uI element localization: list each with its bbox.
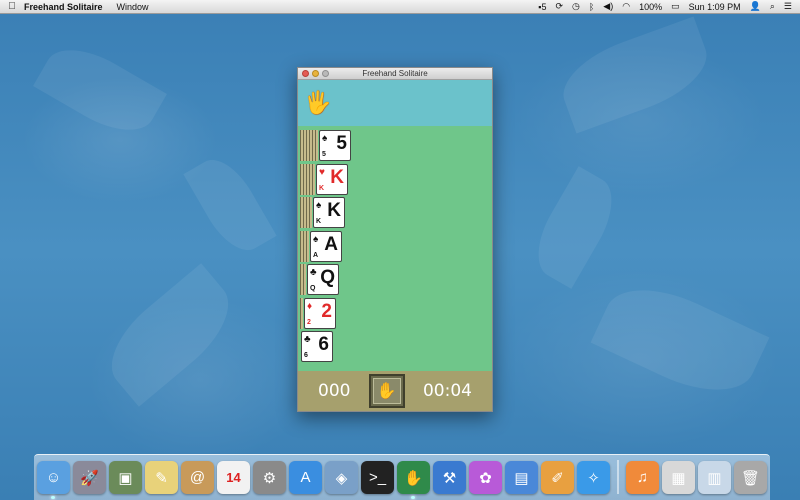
card-suit: ♣ (310, 267, 317, 278)
volume-icon[interactable]: ◀) (603, 1, 613, 12)
face-down-card (306, 230, 309, 262)
card-rank: Q (320, 267, 335, 288)
wifi-icon[interactable]: ◠ (622, 1, 630, 12)
hand-icon[interactable]: ✋ (397, 461, 430, 499)
card-suit: ♦ (307, 300, 313, 312)
card-rank: K (327, 200, 341, 221)
menu-bar:  Freehand Solitaire Window ▪5 ⟳ ◷ ᛒ ◀) … (0, 0, 800, 14)
card-rank-small: 5 (322, 151, 326, 158)
spotlight-icon[interactable]: ⌕ (770, 1, 775, 12)
timer: 00:04 (422, 381, 472, 401)
wallpaper-leaf (183, 149, 277, 261)
playing-card[interactable]: ♦ 2 2 (304, 297, 336, 329)
card-rank: A (324, 233, 338, 255)
flower-icon[interactable]: ✿ (469, 461, 502, 494)
terminal-icon[interactable]: >_ (361, 461, 394, 494)
playing-card[interactable]: ♠ K K (313, 197, 345, 228)
apple-icon[interactable]:  (0, 1, 24, 12)
card-rank-small: Q (310, 285, 316, 292)
card-rank: 6 (318, 334, 329, 355)
finder-icon[interactable]: ☺ (37, 461, 70, 499)
close-button[interactable] (302, 70, 309, 77)
download-stack-icon[interactable]: ▦ (662, 461, 695, 494)
app-store-icon[interactable]: A (289, 461, 322, 494)
card-rank-small: 6 (304, 352, 308, 359)
app-menu[interactable]: Freehand Solitaire (24, 2, 103, 12)
hand-area[interactable]: 🖐 (298, 80, 492, 126)
face-down-card (312, 163, 315, 195)
face-down-card (309, 197, 312, 228)
photo-icon[interactable]: ▣ (109, 461, 142, 494)
card-suit: ♠ (313, 233, 319, 245)
playing-card[interactable]: ♠ 5 5 (319, 130, 351, 161)
face-down-card (303, 264, 306, 295)
wallpaper-leaf (523, 166, 627, 289)
rocket-icon[interactable]: 🚀 (73, 461, 106, 494)
bluetooth-icon[interactable]: ᛒ (589, 2, 594, 12)
playing-card[interactable]: ♣ Q Q (307, 264, 339, 295)
music-icon[interactable]: ♫ (626, 461, 659, 494)
card-suit: ♠ (316, 200, 322, 211)
card-rank: 5 (336, 133, 347, 154)
user-icon[interactable]: 👤 (750, 1, 761, 12)
card-suit: ♣ (304, 334, 311, 345)
card-rank-small: 2 (307, 318, 311, 326)
card-rank: 2 (321, 300, 332, 322)
status-area: ▪5 ⟳ ◷ ᛒ ◀) ◠ 100% ▭ Sun 1:09 PM 👤 ⌕ ☰ (538, 1, 800, 12)
status-badge-number: 5 (541, 1, 547, 12)
solitaire-window: Freehand Solitaire 🖐 ♠ 5 5 ♥ K K ♠ K K ♠ A A ♣ Q Q ♦ 2 2 ♣… (297, 67, 493, 412)
xcode-icon[interactable]: ⚒ (433, 461, 466, 494)
card-rank-small: K (319, 184, 325, 192)
window-title: Freehand Solitaire (362, 69, 428, 78)
gear-icon[interactable]: ⚙ (253, 461, 286, 494)
battery-percent[interactable]: 100% (639, 2, 662, 12)
sync-icon[interactable]: ⟳ (555, 1, 563, 12)
card-suit: ♥ (319, 166, 325, 178)
zoom-button[interactable] (322, 70, 329, 77)
status-badge-icon[interactable]: ▪5 (538, 2, 546, 12)
hand-icon[interactable]: 🖐 (304, 90, 331, 116)
title-bar[interactable]: Freehand Solitaire (298, 68, 492, 80)
wallpaper-leaf (590, 269, 770, 411)
preview-icon[interactable]: ◈ (325, 461, 358, 494)
card-rank-small: K (316, 218, 322, 225)
window-menu[interactable]: Window (117, 2, 149, 12)
minimize-button[interactable] (312, 70, 319, 77)
wallpaper-leaf (93, 263, 247, 407)
dock: ☺ 🚀 ▣ ✎ @14 ⚙ A ◈ >_ ✋ ⚒ ✿ ▤ ✐ ✧ ♫ ▦ ▥ 🗑 (34, 454, 770, 500)
card-rank-small: A (313, 251, 319, 259)
playing-card[interactable]: ♣ 6 6 (301, 331, 333, 362)
card-rank: K (330, 166, 344, 188)
deal-hand-button[interactable]: ✋ (368, 374, 405, 408)
notification-center-icon[interactable]: ☰ (784, 1, 792, 12)
battery-icon[interactable]: ▭ (671, 1, 680, 12)
face-down-card (315, 130, 318, 161)
wallpaper-leaf (33, 34, 167, 146)
playing-card[interactable]: ♥ K K (316, 163, 348, 195)
hand-icon: ✋ (372, 378, 401, 404)
time-machine-icon[interactable]: ◷ (572, 1, 580, 12)
documents-icon[interactable]: ▥ (698, 461, 731, 494)
notes-icon[interactable]: ✎ (145, 461, 178, 494)
keynote-icon[interactable]: ▤ (505, 461, 538, 494)
address-book-icon[interactable]: @ (181, 461, 214, 494)
window-controls (302, 70, 329, 77)
playing-card[interactable]: ♠ A A (310, 230, 342, 262)
face-down-card (300, 297, 303, 329)
trash-icon[interactable]: 🗑 (734, 461, 767, 494)
score-counter: 000 (318, 381, 351, 401)
tableau: ♠ 5 5 ♥ K K ♠ K K ♠ A A ♣ Q Q ♦ 2 2 ♣ 6 6 (298, 126, 492, 376)
wallpaper-leaf (552, 16, 718, 134)
pages-icon[interactable]: ✐ (541, 461, 574, 494)
clock[interactable]: Sun 1:09 PM (689, 2, 741, 12)
compass-icon[interactable]: ✧ (577, 461, 610, 494)
dock-separator (617, 460, 619, 494)
calendar-icon[interactable]: 14 (217, 461, 250, 494)
status-bar: 000 ✋ 00:04 (298, 371, 492, 411)
card-suit: ♠ (322, 133, 328, 144)
